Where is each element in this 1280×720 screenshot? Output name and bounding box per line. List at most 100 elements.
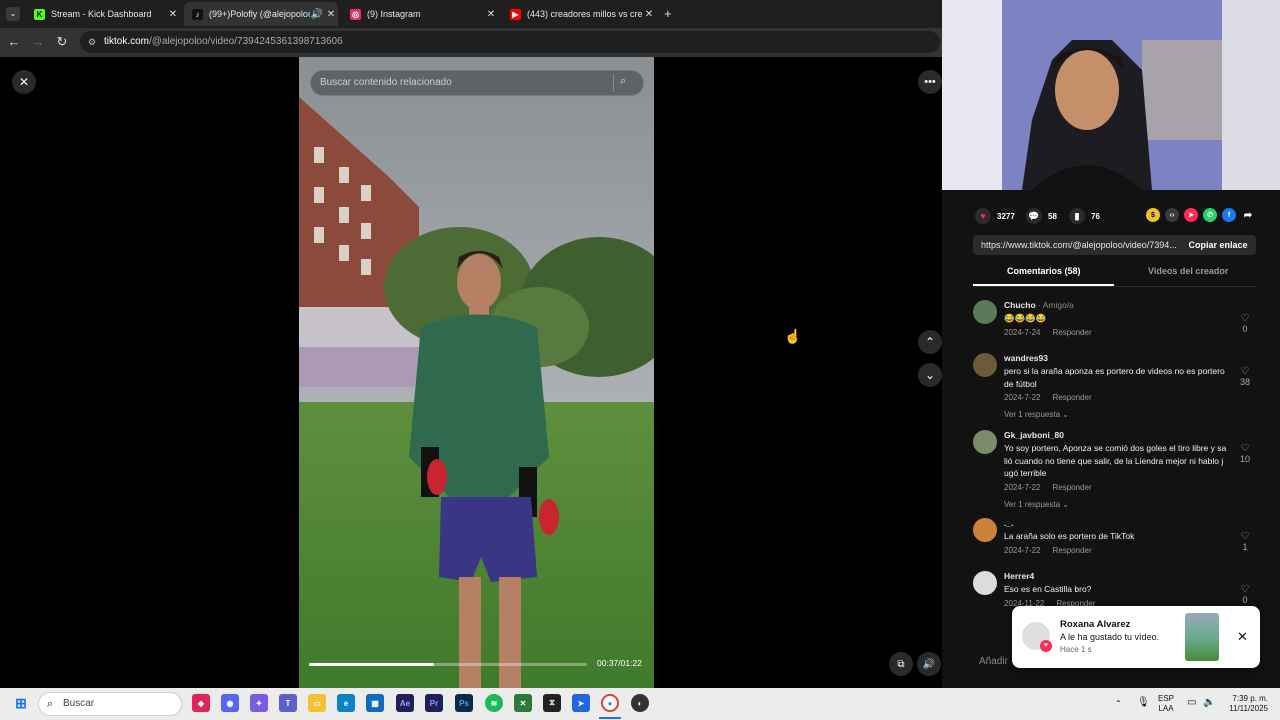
new-tab-button[interactable]: + — [664, 6, 672, 21]
spotify-icon[interactable]: ≋ — [485, 694, 503, 712]
comment-author[interactable]: Herrer4 — [1004, 571, 1034, 581]
view-replies-link[interactable]: Ver 1 respuesta ⌄ — [1004, 500, 1234, 509]
reply-link[interactable]: Responder — [1052, 546, 1091, 555]
app-blue-icon[interactable]: ➤ — [572, 694, 590, 712]
whatsapp-icon[interactable]: ✆ — [1203, 208, 1217, 222]
site-info-icon[interactable]: ⚙ — [88, 31, 96, 53]
forward-arrow-icon[interactable]: → — [30, 34, 46, 50]
next-video-button[interactable]: ⌄ — [918, 363, 942, 387]
comment-like-button[interactable]: ♡ 0 — [1236, 585, 1254, 606]
comment-date: 2024-7-22 — [1004, 393, 1041, 402]
file-explorer-icon[interactable]: ▭ — [308, 694, 326, 712]
volume-icon[interactable]: 🔈 — [1203, 698, 1215, 708]
copilot-icon[interactable]: ✦ — [250, 694, 268, 712]
avatar[interactable] — [973, 518, 997, 542]
comment-text: 😂😂😂😂 — [1004, 313, 1047, 323]
chevron-up-icon[interactable]: ⌃ — [1115, 699, 1122, 709]
discord-icon[interactable]: ◉ — [221, 694, 239, 712]
save-button[interactable]: ▮ 76 — [1069, 208, 1100, 224]
reload-icon[interactable]: ↻ — [54, 34, 70, 50]
comment-relation: · Amigo/a — [1035, 300, 1074, 310]
url-host: tiktok.com — [104, 36, 150, 47]
windows-start-icon[interactable]: ⊞ — [12, 694, 30, 712]
comment-like-button[interactable]: ♡ 10 — [1236, 444, 1254, 465]
volume-button[interactable]: 🔊 — [917, 652, 941, 676]
comment-like-count: 0 — [1242, 324, 1248, 334]
url-field[interactable]: ⚙ tiktok.com/@alejopoloo/video/739424536… — [80, 31, 940, 53]
comment-button[interactable]: 💬 58 — [1026, 208, 1057, 224]
pip-icon: ⧉ — [897, 658, 905, 670]
related-search-input[interactable]: Buscar contenido relacionado — [310, 70, 644, 96]
teams-icon[interactable]: T — [279, 694, 297, 712]
more-options-button[interactable]: ••• — [918, 70, 942, 94]
comment-author[interactable]: wandres93 — [1004, 353, 1048, 363]
avatar[interactable] — [973, 571, 997, 595]
comment-like-button[interactable]: ♡ 0 — [1236, 314, 1254, 335]
xbox-icon[interactable]: ✕ — [514, 694, 532, 712]
tab-creator-videos[interactable]: Videos del creador — [1148, 266, 1228, 276]
speaker-icon[interactable]: 🔊 — [310, 9, 324, 20]
previous-video-button[interactable]: ⌃ — [918, 330, 942, 354]
webcam-overlay — [942, 0, 1280, 190]
send-icon[interactable]: ➤ — [1184, 208, 1198, 222]
chrome-icon[interactable]: ● — [601, 694, 619, 712]
tab-search-button[interactable]: ⌄ — [6, 7, 20, 21]
comment-item: ._. La araña solo es portero de TikTok 2… — [973, 518, 1256, 563]
premiere-icon[interactable]: Pr — [425, 694, 443, 712]
capcut-icon[interactable]: ⧖ — [543, 694, 561, 712]
facebook-icon[interactable]: f — [1222, 208, 1236, 222]
progress-fill — [309, 663, 435, 666]
comment-like-button[interactable]: ♡ 38 — [1236, 367, 1254, 388]
floating-player-button[interactable]: ⧉ — [889, 652, 913, 676]
copy-link-button[interactable]: Copiar enlace — [1180, 235, 1256, 255]
search-icon[interactable]: ⌕ — [620, 75, 626, 88]
avatar[interactable] — [973, 430, 997, 454]
tab-tiktok[interactable]: ♪ (99+)Polofly (@alejopolooo) 🔊 ✕ — [184, 2, 338, 26]
share-arrow-icon[interactable]: ➦ — [1241, 208, 1255, 222]
avatar[interactable] — [973, 353, 997, 377]
comment-text: Yo soy portero, Aponza se comió dos gole… — [1004, 443, 1227, 478]
close-icon[interactable]: ✕ — [166, 9, 180, 20]
tab-instagram[interactable]: ◎ (9) Instagram ✕ — [342, 2, 498, 26]
tab-comments[interactable]: Comentarios (58) — [1007, 266, 1081, 276]
view-replies-link[interactable]: Ver 1 respuesta ⌄ — [1004, 410, 1234, 419]
tab-kick-dashboard[interactable]: K Stream - Kick Dashboard ✕ — [26, 2, 180, 26]
close-icon[interactable]: ✕ — [1237, 629, 1248, 645]
embed-icon[interactable]: ‹› — [1165, 208, 1179, 222]
active-tab-indicator — [973, 284, 1114, 286]
clock[interactable]: 7:39 p. m. 11/11/2025 — [1222, 694, 1268, 714]
avatar[interactable] — [973, 300, 997, 324]
language-indicator[interactable]: ESP LAA — [1158, 694, 1174, 714]
comment-like-button[interactable]: ♡ 1 — [1236, 532, 1254, 553]
store-icon[interactable]: ▦ — [366, 694, 384, 712]
microphone-icon[interactable]: 🎙 — [1137, 698, 1150, 708]
close-icon[interactable]: ✕ — [324, 9, 338, 20]
reply-link[interactable]: Responder — [1052, 328, 1091, 337]
video-thumbnail[interactable] — [1185, 613, 1219, 661]
comment-text: Eso es en Castilla bro? — [1004, 584, 1092, 594]
tab-title: (9) Instagram — [367, 9, 421, 19]
taskbar-search-input[interactable]: ⌕ Buscar — [38, 692, 182, 716]
comment-author[interactable]: ._. — [1004, 518, 1013, 528]
app-red-icon[interactable]: ◆ — [192, 694, 210, 712]
edge-icon[interactable]: e — [337, 694, 355, 712]
coin-icon[interactable]: $ — [1146, 208, 1160, 222]
network-icon[interactable]: ▭ — [1187, 698, 1196, 708]
taskbar: ⊞ ⌕ Buscar ◆ ◉ ✦ T ▭ e ▦ Ae Pr Ps ≋ ✕ ⧖ … — [0, 688, 1280, 720]
photoshop-icon[interactable]: Ps — [455, 694, 473, 712]
back-arrow-icon[interactable]: ← — [6, 34, 22, 50]
like-notification[interactable]: ♥ Roxana Alvarez A le ha gustado tu víde… — [1012, 606, 1260, 668]
comment-author[interactable]: Chucho — [1004, 300, 1036, 310]
close-video-button[interactable]: ✕ — [12, 70, 36, 94]
video-player[interactable] — [299, 57, 654, 688]
reply-link[interactable]: Responder — [1052, 393, 1091, 402]
like-button[interactable]: ♥ 3277 — [975, 208, 1015, 224]
after-effects-icon[interactable]: Ae — [396, 694, 414, 712]
close-icon[interactable]: ✕ — [642, 9, 656, 20]
comment-item: wandres93 pero si la araña aponza es por… — [973, 353, 1256, 423]
close-icon[interactable]: ✕ — [484, 9, 498, 20]
comment-author[interactable]: Gk_javboni_80 — [1004, 430, 1064, 440]
reply-link[interactable]: Responder — [1052, 483, 1091, 492]
obs-icon[interactable]: ◐ — [631, 694, 649, 712]
tab-youtube[interactable]: ▶ (443) creadores millos vs creado ✕ — [502, 2, 656, 26]
